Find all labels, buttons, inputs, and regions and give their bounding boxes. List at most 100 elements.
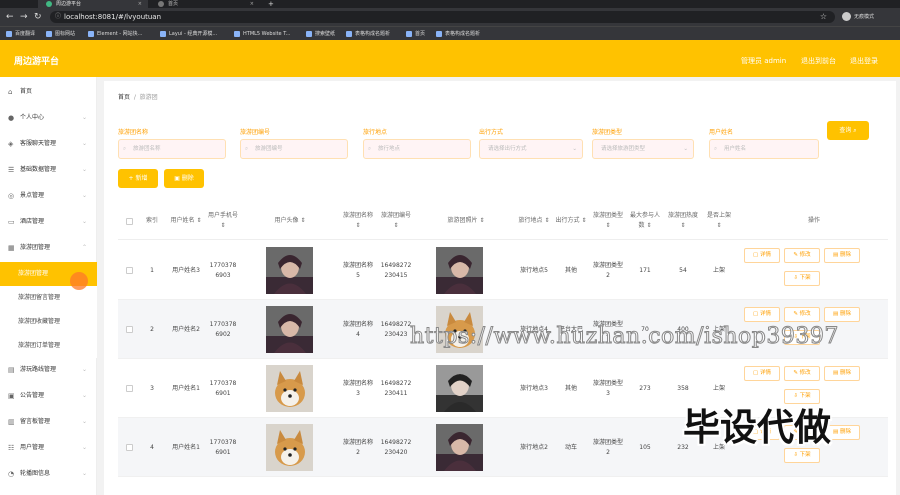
- sidebar-item-scenic[interactable]: ◎ 景点管理 ⌄: [0, 183, 97, 209]
- bookmark-item[interactable]: 表格构成名题析: [436, 29, 480, 39]
- tour-code-input[interactable]: ⌕ 旅游团编号: [240, 139, 348, 159]
- row-checkbox[interactable]: [118, 418, 140, 477]
- download-icon: ⇩: [793, 452, 798, 458]
- close-icon[interactable]: ×: [138, 0, 142, 8]
- sidebar-item-notice[interactable]: ▣ 公告管理 ⌄: [0, 383, 97, 409]
- bookmark-item[interactable]: 搜索壁纸: [306, 29, 335, 39]
- user-avatar-image[interactable]: [266, 424, 313, 471]
- delete-button[interactable]: ▤ 删除: [824, 248, 860, 263]
- column-header[interactable]: 旅游团名称 ⇕: [340, 202, 376, 240]
- row-checkbox[interactable]: [118, 359, 140, 418]
- cell-user-name: 用户姓名2: [172, 325, 200, 333]
- reload-icon[interactable]: ↻: [34, 11, 42, 23]
- offshelf-button[interactable]: ⇩ 下架: [784, 271, 820, 286]
- bookmark-icon: [406, 31, 412, 37]
- sidebar-item-board[interactable]: ▥ 留言板管理 ⌄: [0, 409, 97, 435]
- logout-link[interactable]: 退出登录: [850, 56, 878, 66]
- breadcrumb-home[interactable]: 首页: [118, 94, 130, 101]
- row-checkbox[interactable]: [118, 241, 140, 300]
- tour-photo-image[interactable]: [436, 365, 483, 412]
- bookmark-item[interactable]: HTML5 Website T...: [234, 29, 290, 39]
- row-checkbox[interactable]: [118, 300, 140, 359]
- user-avatar-image[interactable]: [266, 365, 313, 412]
- edit-icon: ✎: [793, 252, 798, 258]
- brand-title: 周边游平台: [14, 57, 60, 67]
- edit-button[interactable]: ✎ 修改: [784, 307, 820, 322]
- page-favicon-icon: [158, 1, 164, 7]
- sidebar-item-tour[interactable]: ▦ 旅游团管理 ⌃: [0, 235, 97, 261]
- tour-name-input[interactable]: ⌕ 旅游团名称: [118, 139, 226, 159]
- sidebar-item-home[interactable]: ⌂ 首页: [0, 79, 97, 105]
- bookmark-item[interactable]: Element - 网站快...: [88, 29, 142, 39]
- column-header[interactable]: 是否上架 ⇕: [702, 202, 736, 240]
- column-header[interactable]: 旅行地点 ⇕: [516, 202, 552, 240]
- forward-icon[interactable]: →: [20, 11, 28, 23]
- url-text: localhost:8081/#/lvyoutuan: [64, 13, 162, 21]
- browser-tab[interactable]: 首页 ×: [150, 0, 260, 8]
- bookmark-icon: [436, 31, 442, 37]
- detail-icon: ▢: [753, 252, 759, 258]
- cell-user-name: 用户姓名1: [172, 443, 200, 451]
- goto-frontend-link[interactable]: 退出到前台: [801, 56, 836, 66]
- cell-heat: 54: [679, 266, 687, 274]
- sidebar-item-hotel[interactable]: ▭ 酒店管理 ⌄: [0, 209, 97, 235]
- detail-button[interactable]: ▢ 详情: [744, 366, 780, 381]
- column-header[interactable]: 用户头像 ⇕: [240, 202, 340, 240]
- sidebar-item-users[interactable]: ☷ 用户管理 ⌄: [0, 435, 97, 461]
- column-header[interactable]: 出行方式 ⇕: [552, 202, 590, 240]
- sidebar-item-profile[interactable]: ● 个人中心 ⌄: [0, 105, 97, 131]
- edit-button[interactable]: ✎ 修改: [784, 248, 820, 263]
- tour-photo-image[interactable]: [436, 247, 483, 294]
- list-icon: ☰: [8, 166, 15, 174]
- column-header[interactable]: 用户姓名 ⇕: [168, 202, 204, 240]
- browser-tab-active[interactable]: 周边游平台 ×: [38, 0, 148, 8]
- bookmark-star-icon[interactable]: ☆: [820, 11, 827, 23]
- tour-photo-image[interactable]: [436, 424, 483, 471]
- add-button[interactable]: + 新增: [118, 169, 158, 188]
- column-header[interactable]: 旅游团类型 ⇕: [590, 202, 626, 240]
- detail-button[interactable]: ▢ 详情: [744, 307, 780, 322]
- column-header[interactable]: 旅游团热度 ⇕: [664, 202, 702, 240]
- sidebar-item-route[interactable]: ▤ 游玩路线管理 ⌄: [0, 357, 97, 383]
- edit-icon: ✎: [793, 311, 798, 317]
- submenu-tour-message[interactable]: 旅游团留言管理: [0, 286, 97, 310]
- bookmark-item[interactable]: 首页: [406, 29, 425, 39]
- table-row[interactable]: 1 用户姓名3 17703786903 旅游团名称5 1649827223041…: [118, 241, 888, 300]
- column-header[interactable]: 最大参与人数 ⇕: [626, 202, 664, 240]
- column-header[interactable]: 用户手机号 ⇕: [206, 202, 240, 240]
- bookmark-item[interactable]: 表格构成名题析: [346, 29, 390, 39]
- search-button[interactable]: 查询 ⌕: [827, 121, 869, 140]
- address-bar[interactable]: ⓘ localhost:8081/#/lvyoutuan ☆: [50, 11, 835, 23]
- sidebar-item-basic-data[interactable]: ☰ 基础数据管理 ⌄: [0, 157, 97, 183]
- bookmark-item[interactable]: 图标网站: [46, 29, 75, 39]
- bookmark-item[interactable]: Layui - 经典开源模...: [160, 29, 217, 39]
- select-all-checkbox[interactable]: [118, 202, 140, 240]
- mode-select[interactable]: 请选择出行方式 ⌄: [479, 139, 583, 159]
- delete-button[interactable]: ▤ 删除: [824, 366, 860, 381]
- cell-max-people: 105: [639, 443, 651, 451]
- new-tab-icon[interactable]: +: [268, 0, 274, 8]
- sidebar-item-carousel[interactable]: ◔ 轮播图信息 ⌄: [0, 461, 97, 487]
- type-select[interactable]: 请选择旅游团类型 ⌄: [592, 139, 694, 159]
- detail-button[interactable]: ▢ 详情: [744, 248, 780, 263]
- batch-delete-button[interactable]: ▣ 删除: [164, 169, 204, 188]
- user-avatar-image[interactable]: [266, 306, 313, 353]
- sidebar-item-chat[interactable]: ◈ 客服聊天管理 ⌄: [0, 131, 97, 157]
- delete-button[interactable]: ▤ 删除: [824, 307, 860, 322]
- column-header[interactable]: 旅游团编号 ⇕: [378, 202, 414, 240]
- chevron-down-icon: ⌄: [81, 192, 87, 199]
- bookmark-icon: [46, 31, 52, 37]
- cell-tour-name: 旅游团名称3: [342, 379, 373, 397]
- bookmark-item[interactable]: 百度翻译: [6, 29, 35, 39]
- bookmark-icon: [346, 31, 352, 37]
- submenu-tour-favorite[interactable]: 旅游团收藏管理: [0, 310, 97, 334]
- user-avatar-image[interactable]: [266, 247, 313, 294]
- incognito-profile[interactable]: 无痕模式: [842, 12, 874, 22]
- submenu-tour-order[interactable]: 旅游团订单管理: [0, 334, 97, 358]
- column-header[interactable]: 旅游团照片 ⇕: [416, 202, 516, 240]
- place-input[interactable]: ⌕ 旅行地点: [363, 139, 471, 159]
- user-name-input[interactable]: ⌕ 用户姓名: [709, 139, 819, 159]
- close-icon[interactable]: ×: [250, 0, 254, 8]
- edit-button[interactable]: ✎ 修改: [784, 366, 820, 381]
- back-icon[interactable]: ←: [6, 11, 14, 23]
